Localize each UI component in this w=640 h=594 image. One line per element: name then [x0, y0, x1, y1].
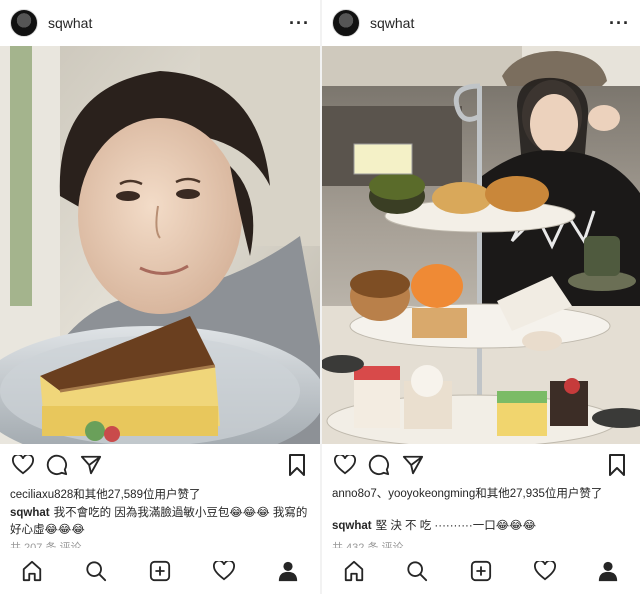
likes-text[interactable]: anno8o7、yooyokeongming和其他27,935位用户赞了 — [332, 486, 634, 502]
selfie-with-cake-image — [0, 46, 320, 444]
view-comments-link[interactable]: 共 207 条 评论 — [10, 541, 82, 548]
bookmark-icon[interactable] — [604, 452, 630, 478]
avatar[interactable] — [10, 9, 38, 37]
right-post: sqwhat ··· anno8o7、yooyokeongming和其他27,9… — [320, 0, 640, 594]
heart-icon[interactable] — [332, 452, 358, 478]
comment-icon[interactable] — [366, 452, 392, 478]
activity-heart-icon[interactable] — [209, 556, 239, 586]
avatar[interactable] — [332, 9, 360, 37]
likes-text[interactable]: ceciliaxu828和其他27,589位用户赞了 — [10, 486, 314, 502]
ellipsis-icon[interactable]: ··· — [609, 14, 630, 32]
activity-heart-icon[interactable] — [530, 556, 560, 586]
send-icon[interactable] — [400, 452, 426, 478]
post-actions — [0, 452, 320, 478]
profile-icon[interactable] — [273, 556, 303, 586]
bottom-nav — [322, 548, 640, 594]
home-icon[interactable] — [17, 556, 47, 586]
search-icon[interactable] — [81, 556, 111, 586]
send-icon[interactable] — [78, 452, 104, 478]
comment-icon[interactable] — [44, 452, 70, 478]
bottom-nav — [0, 548, 320, 594]
afternoon-tea-image — [322, 46, 640, 444]
caption: sqwhat 堅 決 不 吃 ··········一口😂😂😂 — [332, 518, 632, 535]
view-comments-link[interactable]: 共 432 条 评论 — [332, 541, 404, 548]
profile-icon[interactable] — [593, 556, 623, 586]
caption-username[interactable]: sqwhat — [332, 520, 372, 532]
post-header: sqwhat ··· — [322, 0, 640, 46]
add-post-icon[interactable] — [466, 556, 496, 586]
post-photo[interactable] — [0, 46, 320, 444]
add-post-icon[interactable] — [145, 556, 175, 586]
search-icon[interactable] — [402, 556, 432, 586]
caption: sqwhat 我不會吃的 因為我滿臉過敏小豆包😂😂😂 我寫的好心虛😂😂😂 — [10, 505, 312, 539]
home-icon[interactable] — [339, 556, 369, 586]
bookmark-icon[interactable] — [284, 452, 310, 478]
post-actions — [322, 452, 640, 478]
heart-icon[interactable] — [10, 452, 36, 478]
ellipsis-icon[interactable]: ··· — [289, 14, 310, 32]
left-post: sqwhat ··· ceciliaxu828和其他27,589位用户赞了 sq… — [0, 0, 320, 594]
caption-text: 堅 決 不 吃 ··········一口😂😂😂 — [375, 520, 537, 532]
post-username[interactable]: sqwhat — [370, 15, 609, 31]
post-header: sqwhat ··· — [0, 0, 320, 46]
post-photo[interactable] — [322, 46, 640, 444]
caption-text: 我不會吃的 因為我滿臉過敏小豆包😂😂😂 我寫的好心虛😂😂😂 — [10, 507, 308, 536]
caption-username[interactable]: sqwhat — [10, 507, 50, 519]
post-username[interactable]: sqwhat — [48, 15, 289, 31]
